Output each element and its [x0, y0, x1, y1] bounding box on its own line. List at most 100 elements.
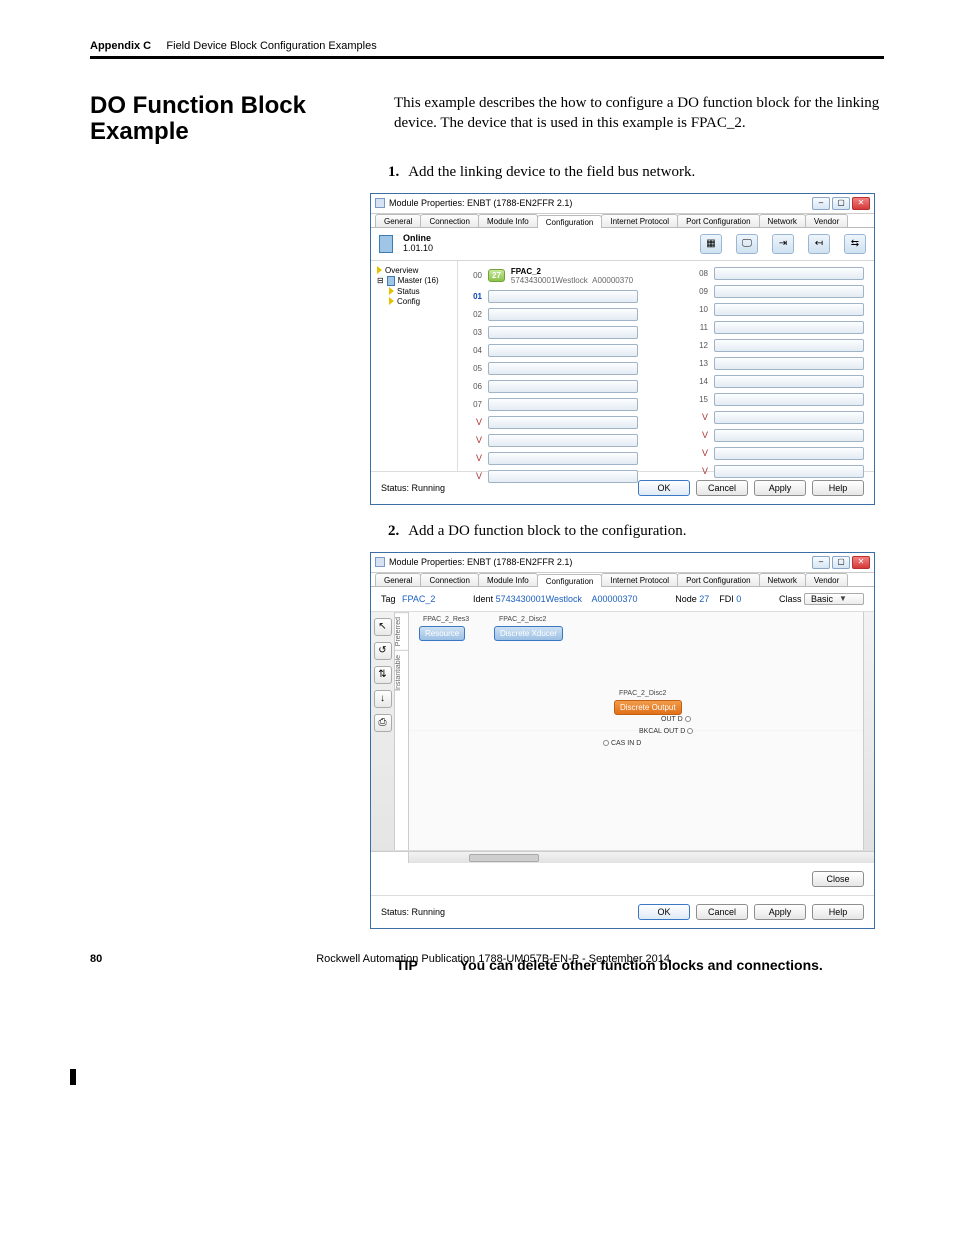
- slot-15[interactable]: 15: [694, 393, 864, 406]
- toolbar-grid-button[interactable]: ▦: [700, 234, 722, 254]
- slot-v[interactable]: V: [468, 416, 638, 429]
- print-tool[interactable]: ⎙: [374, 714, 392, 732]
- slot-v[interactable]: V: [694, 465, 864, 478]
- slot-06[interactable]: 06: [468, 380, 638, 393]
- tab-vendor[interactable]: Vendor: [805, 573, 848, 586]
- rotate-tool[interactable]: ↺: [374, 642, 392, 660]
- vtab-instantiable[interactable]: Instantiable: [395, 650, 408, 695]
- slot-08[interactable]: 08: [694, 267, 864, 280]
- slot-03[interactable]: 03: [468, 326, 638, 339]
- tab-network[interactable]: Network: [759, 573, 806, 586]
- tab-port-configuration[interactable]: Port Configuration: [677, 573, 759, 586]
- tab-vendor[interactable]: Vendor: [805, 214, 848, 227]
- slot-v[interactable]: V: [468, 434, 638, 447]
- port-out-d[interactable]: OUT D: [661, 716, 691, 723]
- slot-04[interactable]: 04: [468, 344, 638, 357]
- tab-network[interactable]: Network: [759, 214, 806, 227]
- slot-11[interactable]: 11: [694, 321, 864, 334]
- step-2: 2. Add a DO function block to the config…: [388, 523, 884, 540]
- minimize-button[interactable]: –: [812, 556, 830, 569]
- help-button[interactable]: Help: [812, 480, 864, 496]
- toolbar-upload-button[interactable]: ↤: [808, 234, 830, 254]
- slot-10[interactable]: 10: [694, 303, 864, 316]
- slot-07[interactable]: 07: [468, 398, 638, 411]
- ok-button[interactable]: OK: [638, 480, 690, 496]
- step-1-num: 1.: [388, 164, 399, 180]
- slot-num: V: [694, 412, 708, 422]
- palette: ↖ ↺ ⇅ ↓ ⎙: [371, 612, 395, 850]
- minimize-button[interactable]: –: [812, 197, 830, 210]
- ok-button[interactable]: OK: [638, 904, 690, 920]
- class-dropdown[interactable]: Basic ▼: [804, 593, 864, 605]
- slot-09[interactable]: 09: [694, 285, 864, 298]
- running-head-appendix: Appendix C: [90, 40, 151, 52]
- tree-status[interactable]: Status: [397, 287, 420, 296]
- slot-14[interactable]: 14: [694, 375, 864, 388]
- horizontal-scrollbar[interactable]: [409, 852, 874, 863]
- vertical-scrollbar[interactable]: [863, 612, 874, 850]
- tab-module-info[interactable]: Module Info: [478, 214, 538, 227]
- block-xducer-caption: FPAC_2_Disc2: [499, 616, 546, 623]
- tree-master[interactable]: Master (16): [398, 276, 439, 285]
- slot-v[interactable]: V: [694, 411, 864, 424]
- tab-port-configuration[interactable]: Port Configuration: [677, 214, 759, 227]
- help-button[interactable]: Help: [812, 904, 864, 920]
- node-label: Node: [675, 594, 697, 604]
- apply-button[interactable]: Apply: [754, 904, 806, 920]
- slot-00[interactable]: 00 27 FPAC_2 5743430001Westlock A0000037…: [468, 267, 638, 285]
- cancel-button[interactable]: Cancel: [696, 480, 748, 496]
- maximize-button[interactable]: ▢: [832, 197, 850, 210]
- module-properties-window-2: Module Properties: ENBT (1788-EN2FFR 2.1…: [370, 552, 875, 929]
- close-button[interactable]: ✕: [852, 556, 870, 569]
- slot-12[interactable]: 12: [694, 339, 864, 352]
- device-tree[interactable]: Overview ⊟Master (16) Status Config: [371, 261, 458, 471]
- tab-connection[interactable]: Connection: [420, 573, 478, 586]
- ident-label: Ident: [473, 594, 493, 604]
- block-resource[interactable]: Resource: [419, 626, 465, 641]
- insert-tool[interactable]: ↓: [374, 690, 392, 708]
- apply-button[interactable]: Apply: [754, 480, 806, 496]
- slot-05[interactable]: 05: [468, 362, 638, 375]
- slot-num: V: [468, 417, 482, 427]
- slot-02[interactable]: 02: [468, 308, 638, 321]
- tab-configuration[interactable]: Configuration: [537, 215, 603, 228]
- close-button[interactable]: ✕: [852, 197, 870, 210]
- slot-num: 13: [694, 359, 708, 368]
- tab-module-info[interactable]: Module Info: [478, 573, 538, 586]
- toolbar-download-button[interactable]: ⇥: [772, 234, 794, 254]
- maximize-button[interactable]: ▢: [832, 556, 850, 569]
- tab-configuration[interactable]: Configuration: [537, 574, 603, 587]
- module-properties-window-1: Module Properties: ENBT (1788-EN2FFR 2.1…: [370, 193, 875, 505]
- tree-overview[interactable]: Overview: [385, 266, 418, 275]
- block-discrete-output[interactable]: Discrete Output: [614, 700, 682, 715]
- block-xducer[interactable]: Discrete Xducer: [494, 626, 563, 641]
- fb-canvas[interactable]: FPAC_2_Res3 Resource FPAC_2_Disc2 Discre…: [409, 612, 863, 850]
- port-cas-in-d[interactable]: CAS IN D: [603, 740, 641, 747]
- slot-num: 14: [694, 377, 708, 386]
- section-intro: This example describes the how to config…: [394, 93, 884, 146]
- slot-v[interactable]: V: [468, 470, 638, 483]
- vtab-preferred[interactable]: Preferred: [395, 612, 408, 650]
- swap-tool[interactable]: ⇅: [374, 666, 392, 684]
- fdi-value: 0: [736, 594, 741, 604]
- slot-13[interactable]: 13: [694, 357, 864, 370]
- change-bar-icon: [70, 1069, 76, 1085]
- tab-connection[interactable]: Connection: [420, 214, 478, 227]
- toolbar-monitor-button[interactable]: 🖵: [736, 234, 758, 254]
- tab-general[interactable]: General: [375, 214, 421, 227]
- tree-config[interactable]: Config: [397, 297, 420, 306]
- slot-v[interactable]: V: [468, 452, 638, 465]
- slot-v[interactable]: V: [694, 429, 864, 442]
- port-bkcal-out-d[interactable]: BKCAL OUT D: [639, 728, 693, 735]
- slot-01[interactable]: 01: [468, 290, 638, 303]
- cancel-button[interactable]: Cancel: [696, 904, 748, 920]
- tab-internet-protocol[interactable]: Internet Protocol: [601, 214, 678, 227]
- tag-value[interactable]: FPAC_2: [402, 594, 435, 604]
- close-fb-button[interactable]: Close: [812, 871, 864, 887]
- slot-v[interactable]: V: [694, 447, 864, 460]
- tab-general[interactable]: General: [375, 573, 421, 586]
- publication-id: Rockwell Automation Publication 1788-UM0…: [316, 953, 670, 965]
- pointer-tool[interactable]: ↖: [374, 618, 392, 636]
- tab-internet-protocol[interactable]: Internet Protocol: [601, 573, 678, 586]
- toolbar-compare-button[interactable]: ⇆: [844, 234, 866, 254]
